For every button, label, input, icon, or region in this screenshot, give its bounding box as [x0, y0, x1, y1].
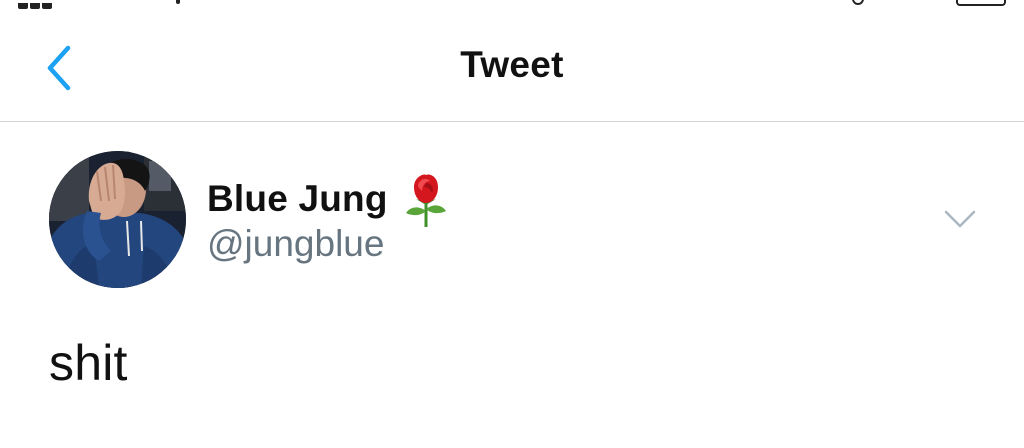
- author-handle[interactable]: @jungblue: [207, 223, 384, 265]
- avatar-photo: [49, 151, 186, 288]
- page-title: Tweet: [460, 44, 564, 85]
- author-name: Blue Jung: [207, 178, 388, 219]
- navigation-bar: Tweet: [0, 0, 1024, 122]
- more-options-button[interactable]: [938, 204, 982, 234]
- author-name-row[interactable]: Blue Jung: [207, 174, 448, 227]
- avatar[interactable]: [49, 151, 186, 288]
- tweet: Blue Jung @jungblue shit: [0, 122, 1024, 448]
- chevron-down-icon: [944, 210, 976, 228]
- tweet-text: shit: [49, 335, 128, 391]
- tweet-detail-screen: Tweet Blue Jung @jungblue shit: [0, 0, 1024, 448]
- rose-icon: [405, 174, 446, 227]
